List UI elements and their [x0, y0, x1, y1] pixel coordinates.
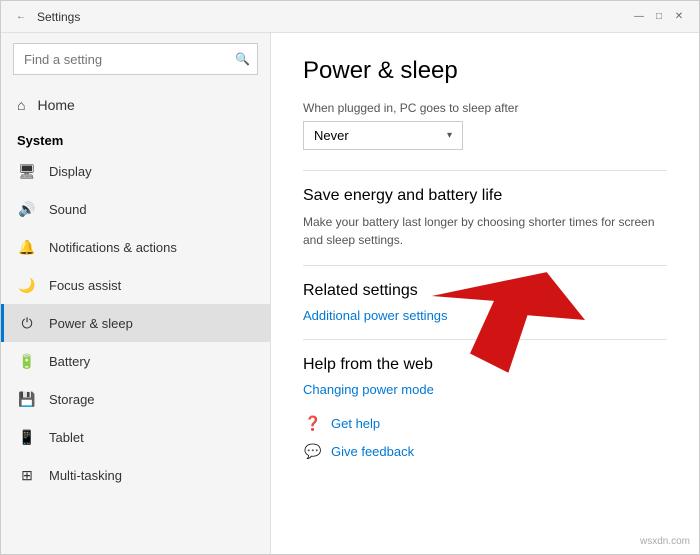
- content-area: 🔍 ⌂ Home System 🖥 Display 🔊 Sound 🔔: [1, 33, 699, 554]
- notifications-icon: 🔔: [17, 237, 37, 257]
- maximize-button[interactable]: □: [651, 9, 667, 25]
- titlebar-title: Settings: [37, 10, 80, 24]
- sidebar-item-label: Sound: [49, 202, 87, 217]
- sidebar-item-tablet[interactable]: 📱 Tablet: [1, 418, 270, 456]
- divider-1: [303, 170, 667, 171]
- sidebar-item-storage[interactable]: 💾 Storage: [1, 380, 270, 418]
- titlebar-controls: — □ ✕: [631, 9, 687, 25]
- sidebar-section-label: System: [1, 125, 270, 152]
- power-icon: ⏻: [17, 313, 37, 333]
- related-section: Related settings Additional power settin…: [303, 282, 667, 323]
- changing-power-mode-link[interactable]: Changing power mode: [303, 382, 667, 397]
- sound-icon: 🔊: [17, 199, 37, 219]
- sidebar-item-battery[interactable]: 🔋 Battery: [1, 342, 270, 380]
- multitasking-icon: ⊞: [17, 465, 37, 485]
- sidebar-item-label: Notifications & actions: [49, 240, 177, 255]
- help-section: Help from the web Changing power mode: [303, 356, 667, 397]
- search-container: 🔍: [13, 43, 258, 75]
- close-button[interactable]: ✕: [671, 9, 687, 25]
- sidebar-item-notifications[interactable]: 🔔 Notifications & actions: [1, 228, 270, 266]
- sidebar-item-multitasking[interactable]: ⊞ Multi-tasking: [1, 456, 270, 494]
- get-help-item: ❓ Get help: [303, 413, 667, 433]
- sleep-dropdown[interactable]: Never ▾: [303, 121, 463, 150]
- divider-3: [303, 339, 667, 340]
- chevron-down-icon: ▾: [447, 130, 452, 141]
- focus-icon: 🌙: [17, 275, 37, 295]
- battery-icon: 🔋: [17, 351, 37, 371]
- sidebar: 🔍 ⌂ Home System 🖥 Display 🔊 Sound 🔔: [1, 33, 271, 554]
- minimize-button[interactable]: —: [631, 9, 647, 25]
- search-icon: 🔍: [235, 52, 250, 66]
- sidebar-item-label: Storage: [49, 392, 95, 407]
- sidebar-item-display[interactable]: 🖥 Display: [1, 152, 270, 190]
- sidebar-item-power[interactable]: ⏻ Power & sleep: [1, 304, 270, 342]
- related-heading: Related settings: [303, 282, 667, 300]
- dropdown-value: Never: [314, 128, 349, 143]
- search-input[interactable]: [13, 43, 258, 75]
- sidebar-item-label: Power & sleep: [49, 316, 133, 331]
- sidebar-home-label: Home: [37, 97, 74, 113]
- get-help-icon: ❓: [303, 413, 323, 433]
- main-content: Power & sleep When plugged in, PC goes t…: [271, 33, 699, 554]
- home-icon: ⌂: [17, 97, 25, 113]
- help-heading: Help from the web: [303, 356, 667, 374]
- sidebar-item-label: Multi-tasking: [49, 468, 122, 483]
- storage-icon: 💾: [17, 389, 37, 409]
- energy-desc: Make your battery last longer by choosin…: [303, 213, 667, 249]
- display-icon: 🖥: [17, 161, 37, 181]
- page-title: Power & sleep: [303, 57, 667, 85]
- feedback-item: 💬 Give feedback: [303, 441, 667, 461]
- plugged-label: When plugged in, PC goes to sleep after: [303, 101, 667, 115]
- sidebar-item-label: Focus assist: [49, 278, 121, 293]
- sidebar-item-label: Tablet: [49, 430, 84, 445]
- titlebar-left: ← Settings: [13, 9, 80, 25]
- watermark: wsxdn.com: [640, 536, 690, 547]
- additional-power-settings-link[interactable]: Additional power settings: [303, 308, 667, 323]
- sidebar-item-focus[interactable]: 🌙 Focus assist: [1, 266, 270, 304]
- sidebar-item-label: Battery: [49, 354, 90, 369]
- get-help-link[interactable]: Get help: [331, 416, 380, 431]
- energy-heading: Save energy and battery life: [303, 187, 667, 205]
- give-feedback-link[interactable]: Give feedback: [331, 444, 414, 459]
- feedback-icon: 💬: [303, 441, 323, 461]
- sidebar-item-home[interactable]: ⌂ Home: [1, 85, 270, 125]
- titlebar: ← Settings — □ ✕: [1, 1, 699, 33]
- divider-2: [303, 265, 667, 266]
- sidebar-item-sound[interactable]: 🔊 Sound: [1, 190, 270, 228]
- energy-section: Save energy and battery life Make your b…: [303, 187, 667, 249]
- back-button[interactable]: ←: [13, 9, 29, 25]
- sidebar-item-label: Display: [49, 164, 92, 179]
- tablet-icon: 📱: [17, 427, 37, 447]
